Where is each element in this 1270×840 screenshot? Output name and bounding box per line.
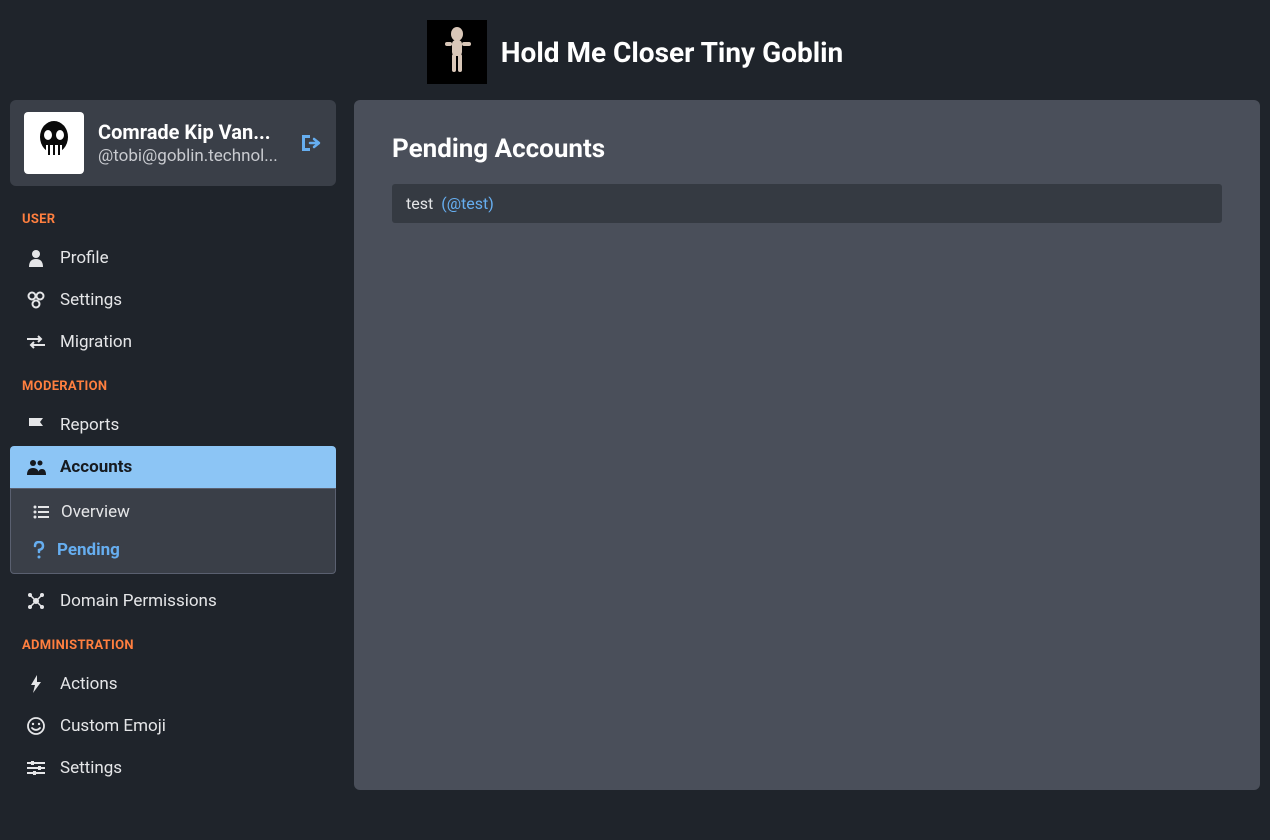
app-logo — [427, 20, 487, 84]
logout-icon[interactable] — [300, 133, 322, 153]
app-title: Hold Me Closer Tiny Goblin — [501, 36, 844, 69]
sidebar-item-label: Settings — [60, 290, 122, 310]
pending-account-row[interactable]: test (@test) — [392, 184, 1222, 223]
section-label-moderation: MODERATION — [10, 371, 336, 404]
subnav-item-label: Pending — [57, 540, 120, 560]
current-user-card[interactable]: Comrade Kip Van... @tobi@goblin.technol.… — [10, 100, 336, 186]
app-header: Hold Me Closer Tiny Goblin — [0, 0, 1270, 100]
hub-icon — [26, 592, 46, 610]
sidebar-item-profile[interactable]: Profile — [10, 237, 336, 279]
sidebar-item-custom-emoji[interactable]: Custom Emoji — [10, 705, 336, 747]
sliders-icon — [26, 760, 46, 776]
sidebar-item-actions[interactable]: Actions — [10, 663, 336, 705]
user-icon — [26, 249, 46, 267]
sidebar-item-migration[interactable]: Migration — [10, 321, 336, 363]
smile-icon — [26, 717, 46, 735]
section-label-user: USER — [10, 204, 336, 237]
avatar — [24, 112, 84, 174]
sidebar-item-label: Accounts — [60, 457, 132, 477]
sidebar-item-label: Settings — [60, 758, 122, 778]
page-title: Pending Accounts — [392, 134, 1222, 164]
users-icon — [26, 459, 46, 475]
section-label-administration: ADMINISTRATION — [10, 630, 336, 663]
arrows-icon — [26, 335, 46, 349]
subnav-item-overview[interactable]: Overview — [11, 493, 335, 531]
question-icon — [33, 541, 45, 559]
sidebar-item-label: Domain Permissions — [60, 591, 217, 611]
flag-icon — [26, 416, 46, 434]
sidebar: Comrade Kip Van... @tobi@goblin.technol.… — [10, 100, 336, 790]
gear-icon — [26, 291, 46, 309]
list-icon — [33, 505, 49, 519]
pending-handle: (@test) — [441, 194, 494, 213]
subnav-item-label: Overview — [61, 502, 130, 522]
sidebar-item-domain-permissions[interactable]: Domain Permissions — [10, 580, 336, 622]
sidebar-item-label: Migration — [60, 332, 132, 352]
sidebar-item-admin-settings[interactable]: Settings — [10, 747, 336, 789]
accounts-subnav: Overview Pending — [10, 488, 336, 574]
sidebar-item-label: Custom Emoji — [60, 716, 166, 736]
main-panel: Pending Accounts test (@test) — [354, 100, 1260, 790]
user-display-name: Comrade Kip Van... — [98, 120, 286, 144]
subnav-item-pending[interactable]: Pending — [11, 531, 335, 569]
bolt-icon — [26, 675, 46, 693]
sidebar-item-accounts[interactable]: Accounts — [10, 446, 336, 488]
sidebar-item-label: Actions — [60, 674, 118, 694]
sidebar-item-label: Reports — [60, 415, 119, 435]
sidebar-item-user-settings[interactable]: Settings — [10, 279, 336, 321]
sidebar-item-label: Profile — [60, 248, 109, 268]
user-handle: @tobi@goblin.technol... — [98, 146, 286, 166]
sidebar-item-reports[interactable]: Reports — [10, 404, 336, 446]
pending-display-name: test — [406, 194, 433, 213]
